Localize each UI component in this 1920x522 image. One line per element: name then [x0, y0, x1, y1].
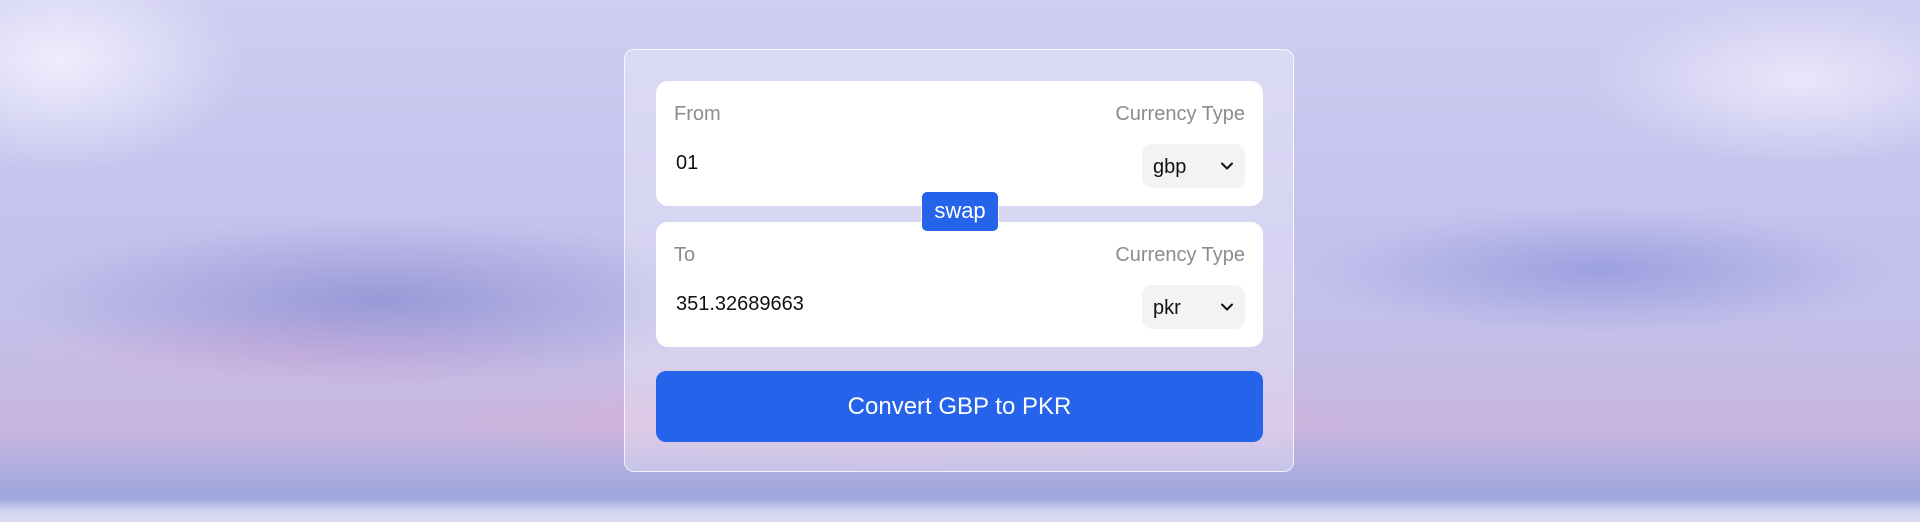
chevron-down-icon [1221, 162, 1233, 170]
swap-button[interactable]: swap [921, 191, 999, 232]
from-label: From [674, 103, 721, 125]
convert-button[interactable]: Convert GBP to PKR [656, 371, 1263, 442]
snow-horizon [0, 500, 1920, 522]
to-panel: To Currency Type pkr [656, 222, 1263, 347]
from-currency-value: gbp [1153, 156, 1187, 178]
converter-card: From Currency Type gbp To Currency Type … [624, 49, 1294, 472]
to-currency-select[interactable]: pkr [1142, 285, 1245, 329]
to-label: To [674, 244, 696, 266]
from-currency-select[interactable]: gbp [1142, 144, 1245, 188]
chevron-down-icon [1221, 303, 1233, 311]
to-currency-value: pkr [1153, 297, 1181, 319]
from-amount-input[interactable] [674, 151, 1098, 176]
to-amount-input[interactable] [674, 292, 1098, 317]
from-panel: From Currency Type gbp [656, 81, 1263, 206]
from-currency-type-label: Currency Type [1115, 103, 1245, 125]
to-currency-type-label: Currency Type [1115, 244, 1245, 266]
